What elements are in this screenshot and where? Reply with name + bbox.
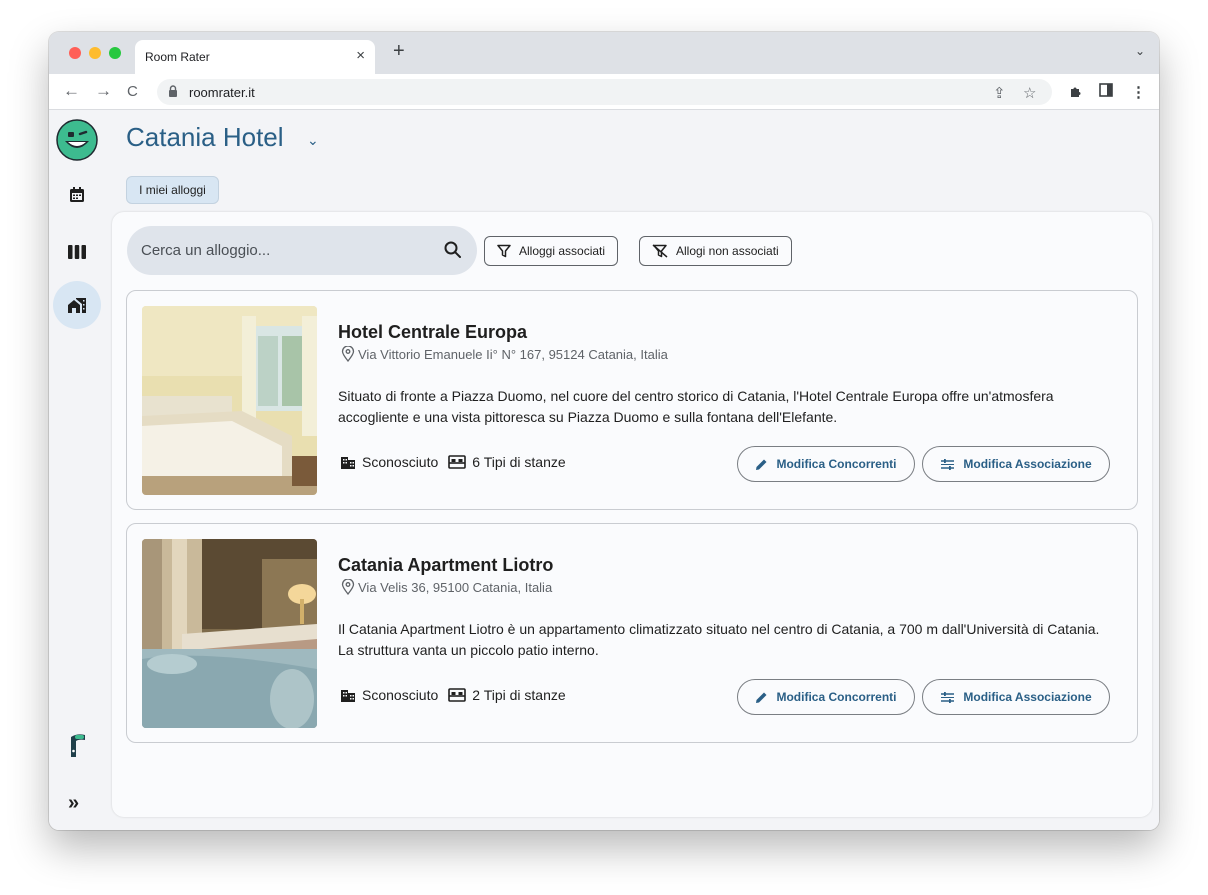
building-icon bbox=[341, 457, 355, 469]
sidebar: » bbox=[49, 110, 105, 830]
filter-off-icon bbox=[652, 244, 668, 258]
pencil-icon bbox=[756, 692, 767, 703]
property-meta: Sconosciuto 2 Tipi di stanze bbox=[340, 687, 566, 703]
search-placeholder: Cerca un alloggio... bbox=[141, 242, 271, 259]
property-card: Catania Apartment Liotro Via Velis 36, 9… bbox=[126, 523, 1138, 743]
property-meta: Sconosciuto 6 Tipi di stanze bbox=[340, 454, 566, 470]
tab-search-icon[interactable]: ⌄ bbox=[1135, 44, 1145, 58]
filter-not-associated-label: Allogi non associati bbox=[676, 244, 779, 258]
property-photo bbox=[142, 539, 317, 728]
more-menu-icon[interactable]: ⋮ bbox=[1131, 83, 1146, 101]
columns-icon[interactable] bbox=[65, 240, 89, 264]
expand-sidebar-icon[interactable]: » bbox=[68, 792, 79, 815]
forward-icon[interactable]: → bbox=[95, 81, 112, 101]
browser-window: Room Rater × + ⌄ ← → C roomrater.it ⇪ ☆ … bbox=[49, 32, 1159, 830]
property-name: Catania Apartment Liotro bbox=[338, 555, 554, 575]
location-pin-icon bbox=[341, 579, 355, 595]
url-text: roomrater.it bbox=[189, 85, 255, 100]
property-category: Sconosciuto bbox=[362, 454, 439, 470]
extensions-icon[interactable] bbox=[1068, 83, 1084, 99]
filter-associated-button[interactable]: Alloggi associati bbox=[484, 236, 619, 266]
reload-icon[interactable]: C bbox=[127, 83, 138, 100]
filter-not-associated-button[interactable]: Allogi non associati bbox=[639, 236, 792, 266]
tab-my-properties[interactable]: I miei alloggi bbox=[126, 176, 219, 204]
edit-association-button[interactable]: Modifica Associazione bbox=[922, 679, 1110, 715]
title-bar: Room Rater × + ⌄ bbox=[49, 32, 1159, 74]
property-address: Via Velis 36, 95100 Catania, Italia bbox=[358, 580, 553, 595]
bookmark-star-icon[interactable]: ☆ bbox=[1023, 84, 1036, 102]
chevron-down-icon[interactable]: ⌄ bbox=[307, 132, 319, 149]
property-category: Sconosciuto bbox=[362, 687, 439, 703]
edit-association-button[interactable]: Modifica Associazione bbox=[922, 446, 1110, 482]
app-area: » Catania Hotel ⌄ I miei alloggi Cerca u… bbox=[49, 110, 1159, 830]
bed-icon bbox=[448, 688, 467, 702]
maximize-window-button[interactable] bbox=[109, 47, 121, 59]
properties-panel: Cerca un alloggio... Alloggi associati A… bbox=[112, 212, 1152, 817]
address-bar[interactable]: roomrater.it ⇪ ☆ bbox=[157, 79, 1052, 105]
tune-icon bbox=[941, 458, 955, 470]
property-description: Il Catania Apartment Liotro è un apparta… bbox=[338, 621, 1100, 658]
tab-close-icon[interactable]: × bbox=[356, 47, 365, 64]
location-pin-icon bbox=[341, 346, 355, 362]
filter-associated-label: Alloggi associati bbox=[519, 244, 606, 258]
tab-title: Room Rater bbox=[145, 50, 210, 64]
logo-icon[interactable] bbox=[56, 119, 98, 161]
tune-icon bbox=[941, 691, 955, 703]
edit-competitors-label: Modifica Concorrenti bbox=[776, 690, 897, 704]
lock-icon bbox=[169, 85, 177, 97]
property-room-types: 2 Tipi di stanze bbox=[472, 687, 566, 703]
edit-competitors-button[interactable]: Modifica Concorrenti bbox=[737, 446, 915, 482]
new-tab-button[interactable]: + bbox=[393, 40, 405, 63]
back-icon[interactable]: ← bbox=[63, 81, 80, 101]
property-card: Hotel Centrale Europa Via Vittorio Emanu… bbox=[126, 290, 1138, 510]
pencil-icon bbox=[756, 459, 767, 470]
share-icon[interactable]: ⇪ bbox=[993, 84, 1006, 102]
search-input[interactable]: Cerca un alloggio... bbox=[127, 226, 477, 275]
minimize-window-button[interactable] bbox=[89, 47, 101, 59]
close-window-button[interactable] bbox=[69, 47, 81, 59]
property-name: Hotel Centrale Europa bbox=[338, 322, 528, 342]
edit-association-label: Modifica Associazione bbox=[963, 457, 1092, 471]
hotel-selector-title[interactable]: Catania Hotel bbox=[126, 122, 284, 153]
edit-competitors-label: Modifica Concorrenti bbox=[776, 457, 897, 471]
home-work-icon bbox=[65, 293, 89, 317]
building-icon bbox=[341, 690, 355, 702]
bed-icon bbox=[448, 455, 467, 469]
browser-tab[interactable]: Room Rater × bbox=[135, 40, 375, 74]
calendar-icon[interactable] bbox=[65, 183, 89, 207]
edit-association-label: Modifica Associazione bbox=[963, 690, 1092, 704]
door-key-icon[interactable] bbox=[65, 730, 89, 760]
side-panel-icon[interactable] bbox=[1099, 83, 1113, 97]
property-description: Situato di fronte a Piazza Duomo, nel cu… bbox=[338, 388, 1054, 425]
search-icon[interactable] bbox=[443, 240, 463, 260]
property-photo bbox=[142, 306, 317, 495]
property-address: Via Vittorio Emanuele Ii° N° 167, 95124 … bbox=[358, 347, 668, 362]
edit-competitors-button[interactable]: Modifica Concorrenti bbox=[737, 679, 915, 715]
property-room-types: 6 Tipi di stanze bbox=[472, 454, 566, 470]
browser-toolbar: ← → C roomrater.it ⇪ ☆ ⋮ bbox=[49, 74, 1159, 110]
filter-icon bbox=[497, 244, 511, 258]
